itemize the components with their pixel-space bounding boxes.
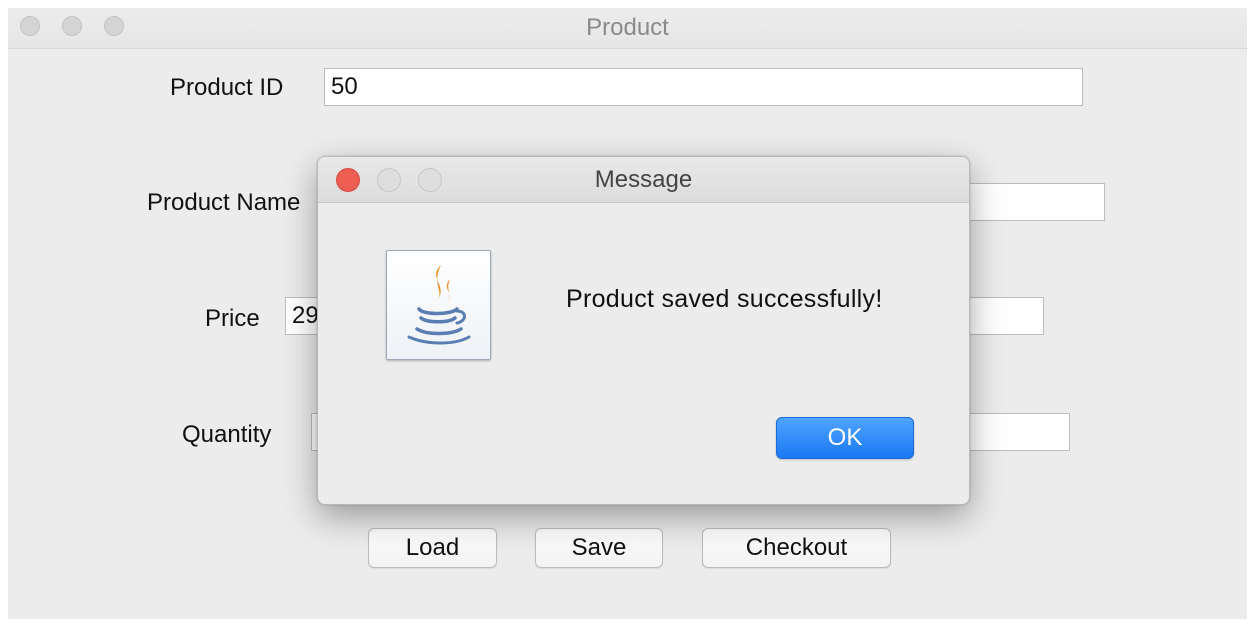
checkout-button[interactable]: Checkout <box>702 528 891 568</box>
quantity-label: Quantity <box>182 421 272 448</box>
window-title: Product <box>586 14 669 41</box>
product-id-label: Product ID <box>170 74 284 101</box>
dialog-title-bar: Message <box>318 157 969 203</box>
product-id-field[interactable]: 50 <box>324 68 1083 106</box>
product-name-label: Product Name <box>147 189 301 216</box>
message-dialog: Message Product saved successfully! OK <box>317 156 970 505</box>
load-button[interactable]: Load <box>368 528 497 568</box>
dialog-message: Product saved successfully! <box>566 285 883 313</box>
title-bar: Product <box>8 8 1247 49</box>
dialog-title: Message <box>594 166 693 193</box>
price-label: Price <box>205 305 260 332</box>
save-button[interactable]: Save <box>535 528 663 568</box>
ok-button[interactable]: OK <box>776 417 914 459</box>
java-coffee-cup-icon <box>386 250 491 360</box>
